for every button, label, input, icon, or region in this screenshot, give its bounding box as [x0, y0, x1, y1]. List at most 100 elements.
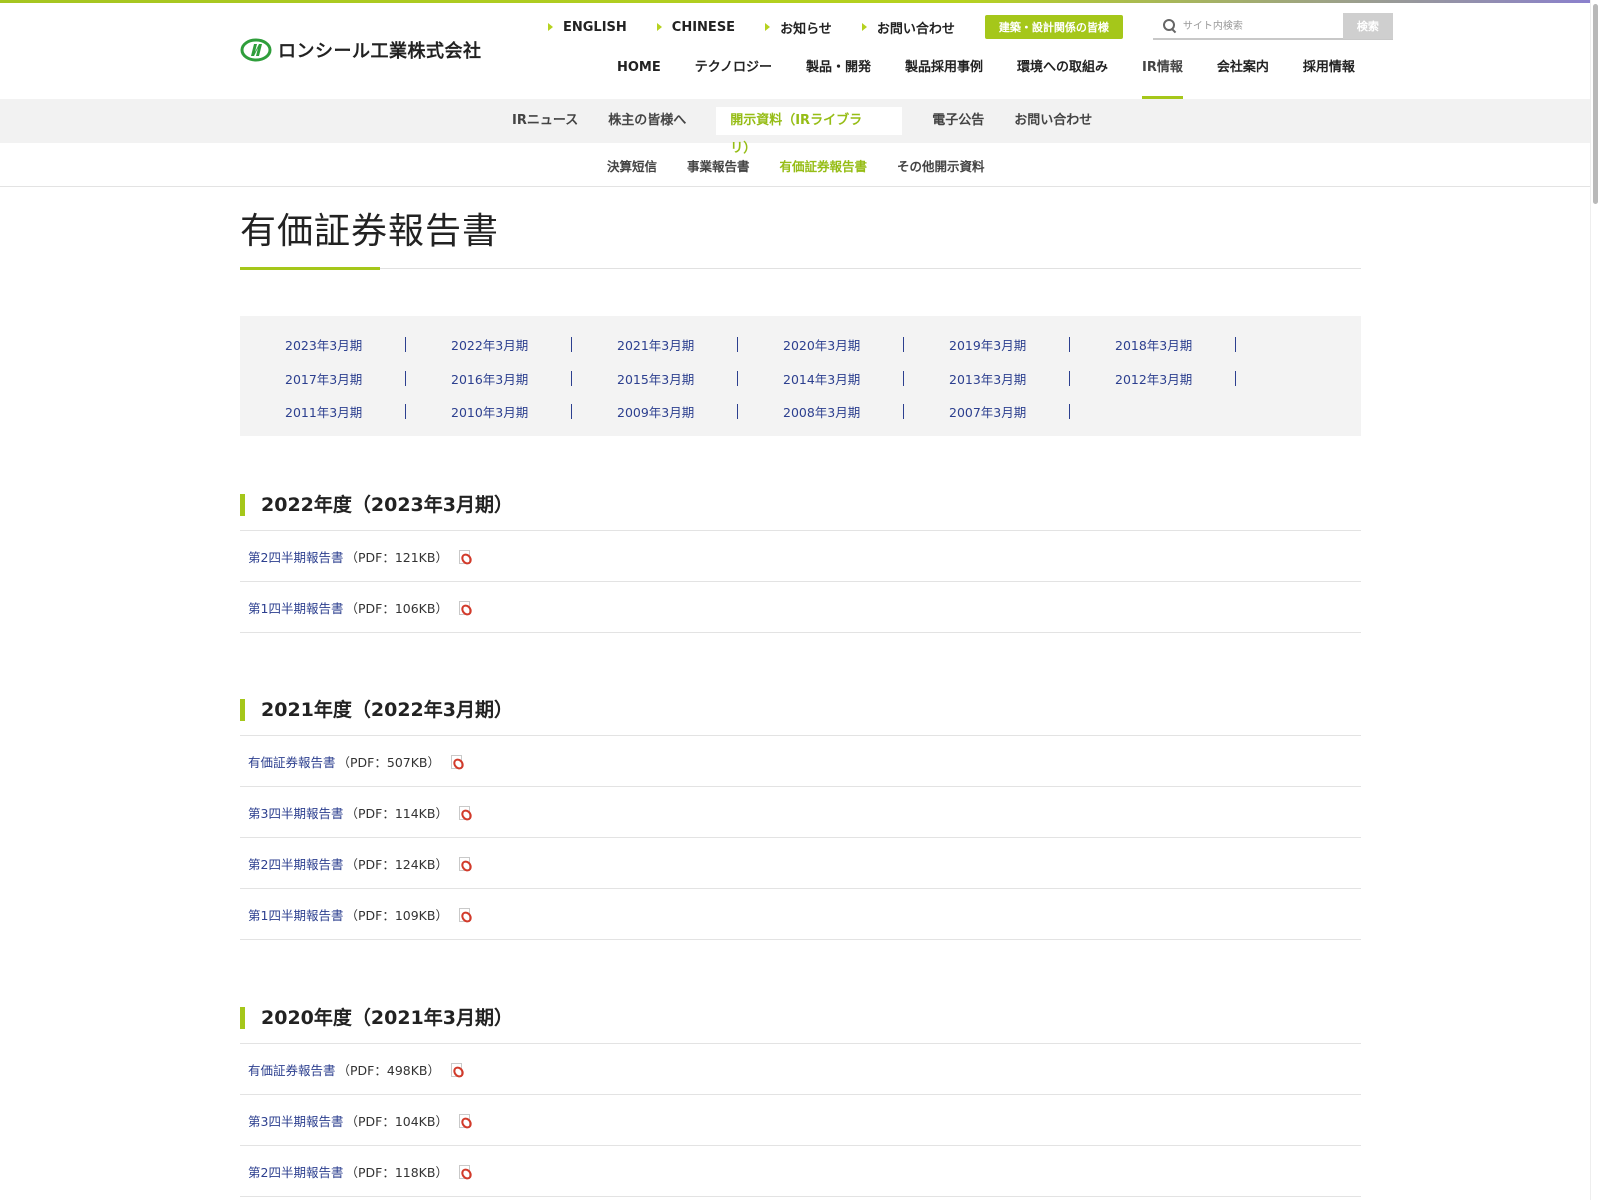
- document-meta: （PDF：109KB）: [345, 907, 448, 923]
- scrollbar-thumb[interactable]: [1593, 4, 1598, 204]
- pdf-icon: [458, 1113, 470, 1128]
- document-link[interactable]: 第1四半期報告書: [248, 905, 343, 924]
- year-link[interactable]: 2016年3月期: [406, 369, 572, 388]
- document-meta: （PDF：124KB）: [345, 856, 448, 872]
- section-heading: 2022年度（2023年3月期）: [240, 493, 1361, 531]
- subnav-shareholders[interactable]: 株主の皆様へ: [593, 107, 701, 135]
- utility-link-contact[interactable]: お問い合わせ: [861, 18, 955, 37]
- site-search: 検索: [1152, 13, 1393, 40]
- year-separator: [1069, 404, 1070, 420]
- page-scrollbar[interactable]: [1590, 0, 1600, 1200]
- document-link[interactable]: 第3四半期報告書: [248, 803, 343, 822]
- utility-link-label: ENGLISH: [563, 19, 627, 35]
- year-section: 2022年度（2023年3月期） 第2四半期報告書 （PDF：121KB） 第1四…: [240, 493, 1361, 633]
- year-link-label: 2012年3月期: [1115, 371, 1193, 387]
- heading-accent-bar: [240, 1007, 245, 1029]
- pdf-icon: [458, 856, 470, 871]
- document-row: 第3四半期報告書 （PDF：114KB）: [240, 787, 1361, 838]
- year-link[interactable]: 2007年3月期: [904, 402, 1070, 421]
- document-meta: （PDF：114KB）: [345, 805, 448, 821]
- year-link-label: 2019年3月期: [949, 338, 1027, 354]
- document-row: 有価証券報告書 （PDF：507KB）: [240, 736, 1361, 787]
- document-meta: （PDF：104KB）: [345, 1113, 448, 1129]
- ir-subnav: IRニュース 株主の皆様へ 開示資料（IRライブラリ） 電子公告 お問い合わせ: [0, 99, 1590, 156]
- document-link[interactable]: 第2四半期報告書: [248, 854, 343, 873]
- heading-accent-bar: [240, 494, 245, 516]
- subnav-ir-news[interactable]: IRニュース: [497, 107, 593, 135]
- section-title: 2021年度（2022年3月期）: [261, 699, 513, 721]
- document-link[interactable]: 第3四半期報告書: [248, 1111, 343, 1130]
- pdf-icon: [450, 754, 462, 769]
- year-section: 2021年度（2022年3月期） 有価証券報告書 （PDF：507KB） 第3四半…: [240, 698, 1361, 940]
- subnav-other-disclosures[interactable]: その他開示資料: [882, 156, 1000, 175]
- year-link[interactable]: 2012年3月期: [1070, 369, 1236, 388]
- year-link[interactable]: 2021年3月期: [572, 335, 738, 354]
- title-divider: [240, 267, 1361, 270]
- year-link-label: 2014年3月期: [783, 371, 861, 387]
- logo-mark-icon: [240, 38, 272, 62]
- year-link[interactable]: 2018年3月期: [1070, 335, 1236, 354]
- main-nav-products[interactable]: 製品・開発: [789, 55, 888, 99]
- document-link[interactable]: 第1四半期報告書: [248, 598, 343, 617]
- main-nav-recruit[interactable]: 採用情報: [1286, 55, 1372, 99]
- document-link[interactable]: 有価証券報告書: [248, 752, 336, 771]
- pdf-icon: [458, 600, 470, 615]
- main-nav-company[interactable]: 会社案内: [1200, 55, 1286, 99]
- document-link[interactable]: 第2四半期報告書: [248, 1162, 343, 1181]
- year-link[interactable]: 2008年3月期: [738, 402, 904, 421]
- utility-link-label: お問い合わせ: [876, 21, 955, 37]
- site-logo[interactable]: ロンシール工業株式会社: [240, 37, 482, 63]
- year-link[interactable]: 2010年3月期: [406, 402, 572, 421]
- document-row: 第2四半期報告書 （PDF：121KB）: [240, 531, 1361, 582]
- year-link-label: 2013年3月期: [949, 371, 1027, 387]
- pdf-icon: [458, 549, 470, 564]
- utility-link-news[interactable]: お知らせ: [765, 18, 832, 37]
- utility-link-chinese[interactable]: CHINESE: [656, 20, 735, 35]
- main-nav-environment[interactable]: 環境への取組み: [1000, 55, 1125, 99]
- document-meta: （PDF：106KB）: [345, 600, 448, 616]
- year-link[interactable]: 2015年3月期: [572, 369, 738, 388]
- main-nav-ir[interactable]: IR情報: [1125, 55, 1200, 99]
- search-input[interactable]: [1182, 14, 1343, 38]
- title-accent: [240, 267, 380, 270]
- year-link[interactable]: 2013年3月期: [904, 369, 1070, 388]
- subnav-public-notice[interactable]: 電子公告: [917, 107, 999, 135]
- document-link[interactable]: 第2四半期報告書: [248, 547, 343, 566]
- year-row: 2023年3月期 2022年3月期 2021年3月期 2020年3月期 2019…: [240, 328, 1361, 362]
- utility-link-label: お知らせ: [780, 21, 832, 37]
- triangle-right-icon: [656, 23, 662, 31]
- main-nav-home[interactable]: HOME: [600, 55, 678, 99]
- year-link[interactable]: 2020年3月期: [738, 335, 904, 354]
- search-icon: [1162, 19, 1177, 33]
- logo-text: ロンシール工業株式会社: [278, 41, 482, 62]
- main-nav-cases[interactable]: 製品採用事例: [888, 55, 1000, 99]
- library-subnav: 決算短信 事業報告書 有価証券報告書 その他開示資料: [0, 143, 1590, 187]
- document-link[interactable]: 有価証券報告書: [248, 1060, 336, 1079]
- year-link[interactable]: 2022年3月期: [406, 335, 572, 354]
- subnav-contact[interactable]: お問い合わせ: [999, 107, 1107, 135]
- document-row: 第2四半期報告書 （PDF：124KB）: [240, 838, 1361, 889]
- section-heading: 2020年度（2021年3月期）: [240, 1006, 1361, 1044]
- year-link-label: 2011年3月期: [285, 405, 363, 421]
- year-link[interactable]: 2023年3月期: [240, 335, 406, 354]
- architects-button[interactable]: 建築・設計関係の皆様: [984, 15, 1123, 39]
- search-button[interactable]: 検索: [1342, 13, 1393, 39]
- triangle-right-icon: [861, 23, 867, 31]
- subnav-earnings[interactable]: 決算短信: [592, 156, 672, 175]
- utility-link-english[interactable]: ENGLISH: [548, 20, 627, 35]
- year-link-label: 2010年3月期: [451, 405, 529, 421]
- year-link[interactable]: 2011年3月期: [240, 402, 406, 421]
- year-link[interactable]: 2017年3月期: [240, 369, 406, 388]
- triangle-right-icon: [548, 23, 553, 31]
- year-row: 2011年3月期 2010年3月期 2009年3月期 2008年3月期 2007…: [240, 395, 1361, 429]
- year-link[interactable]: 2014年3月期: [738, 369, 904, 388]
- year-link-label: 2016年3月期: [451, 371, 529, 387]
- subnav-ir-library[interactable]: 開示資料（IRライブラリ）: [716, 107, 903, 156]
- year-link[interactable]: 2019年3月期: [904, 335, 1070, 354]
- document-row: 第3四半期報告書 （PDF：104KB）: [240, 1095, 1361, 1146]
- year-link[interactable]: 2009年3月期: [572, 402, 738, 421]
- subnav-business-report[interactable]: 事業報告書: [672, 156, 765, 175]
- year-row: 2017年3月期 2016年3月期 2015年3月期 2014年3月期 2013…: [240, 362, 1361, 396]
- subnav-securities-report[interactable]: 有価証券報告書: [765, 156, 883, 175]
- main-nav-technology[interactable]: テクノロジー: [678, 55, 789, 99]
